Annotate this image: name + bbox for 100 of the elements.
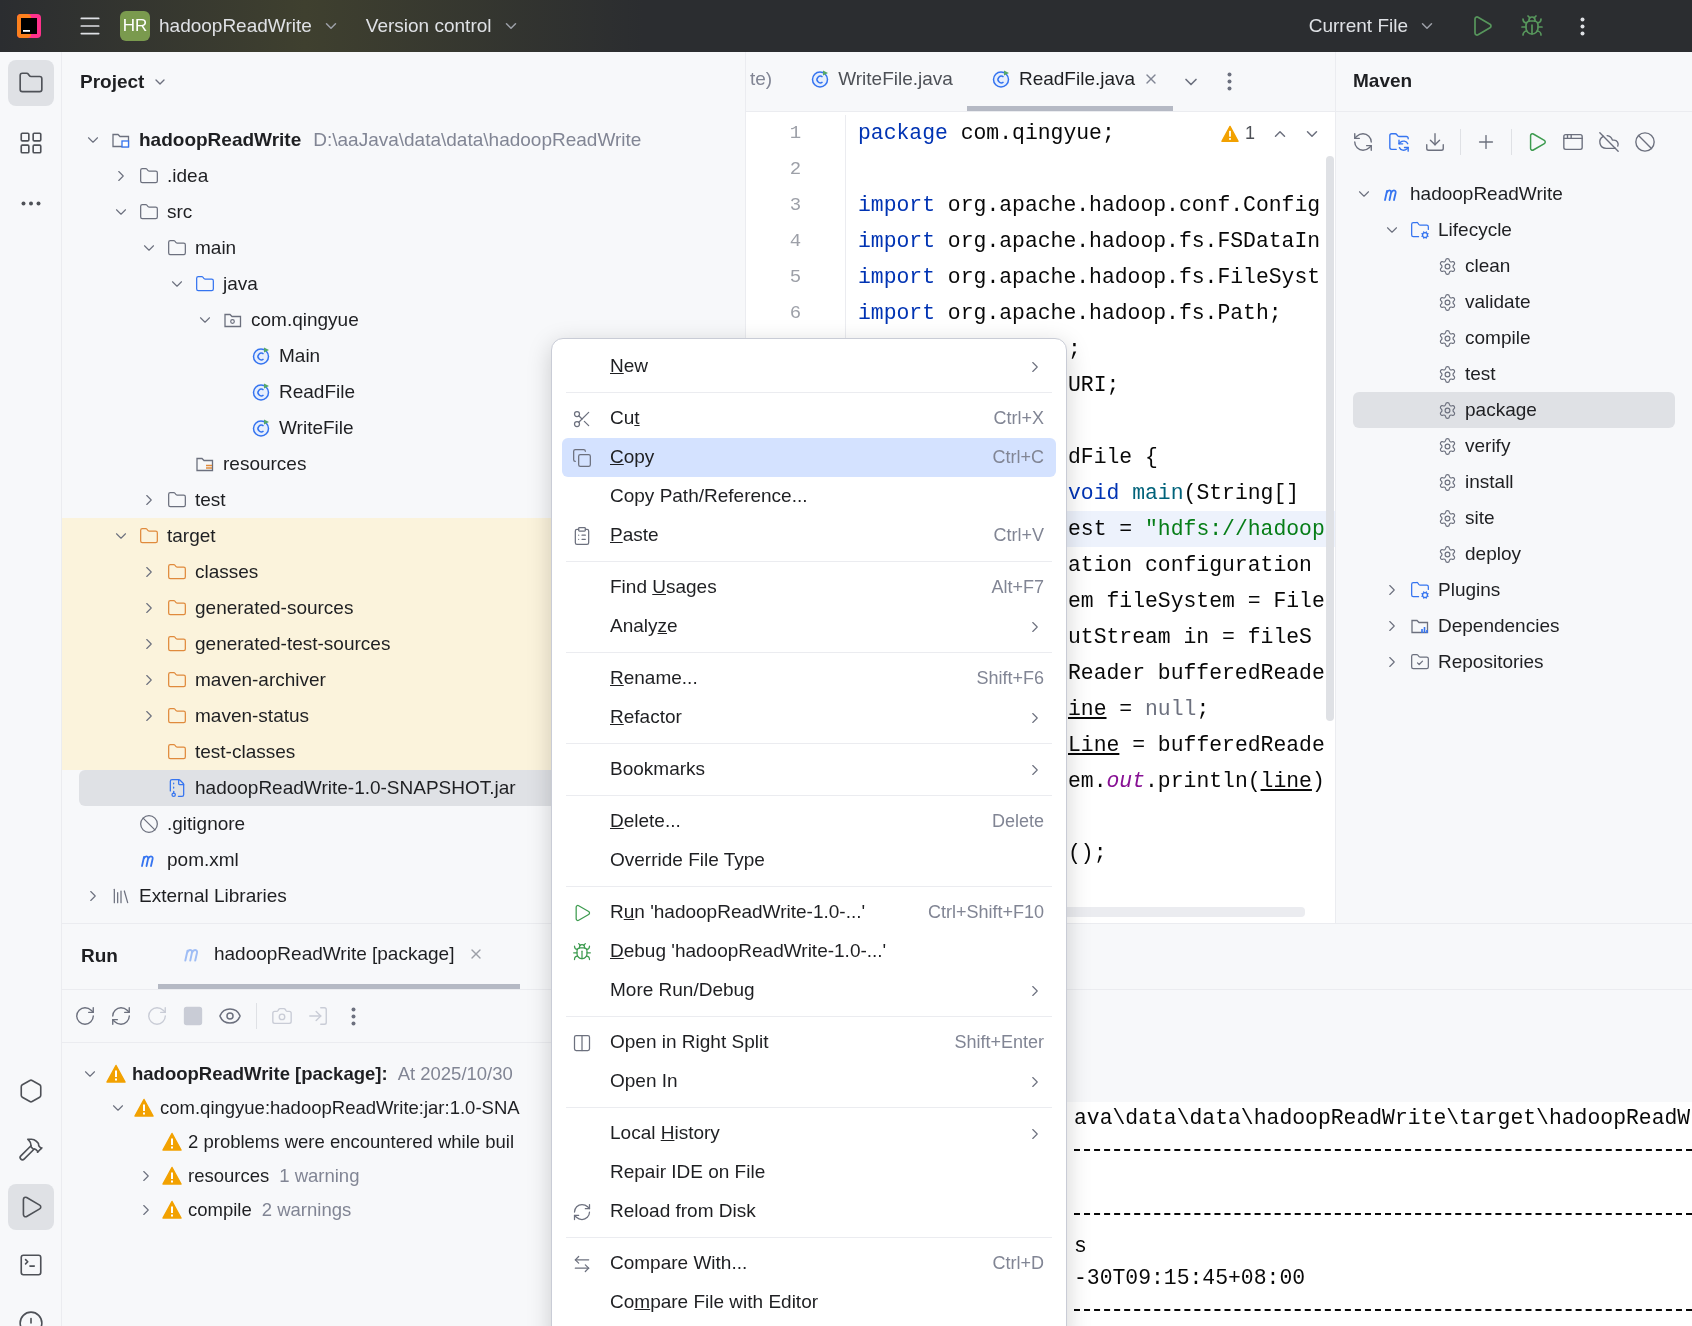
code-line: em.out.println(line) bbox=[1068, 767, 1325, 795]
tree-label: ReadFile bbox=[279, 379, 356, 404]
tree-label: hadoopReadWrite bbox=[1410, 181, 1563, 206]
project-path: D:\aaJava\data\data\hadoopReadWrite bbox=[313, 127, 642, 152]
menu-label: Copy Path/Reference... bbox=[610, 484, 808, 509]
code-line: Line = bufferedReade bbox=[1068, 731, 1325, 759]
console-line: ava\data\data\hadoopReadWrite\target\hadoopReadW bbox=[1074, 1105, 1691, 1132]
tree-label: test-classes bbox=[195, 739, 296, 764]
build-message: resources bbox=[188, 1164, 270, 1189]
line-number: 5 bbox=[789, 264, 802, 290]
shortcut-text: Ctrl+D bbox=[992, 1252, 1044, 1275]
menu-label: Override File Type bbox=[610, 848, 765, 873]
tree-label: hadoopReadWrite bbox=[139, 127, 302, 152]
menu-label: Copy bbox=[610, 445, 655, 470]
code-line: import org.apache.hadoop.fs.FSDataIn bbox=[858, 227, 1321, 255]
shortcut-text: Ctrl+V bbox=[993, 524, 1044, 547]
code-line: (); bbox=[1068, 839, 1107, 867]
code-line: import org.apache.hadoop.fs.Path; bbox=[858, 299, 1282, 327]
menu-label: Delete... bbox=[610, 809, 681, 834]
project-badge: HR bbox=[120, 11, 150, 41]
build-message: 2 problems were encountered while buil bbox=[188, 1130, 514, 1155]
tree-label: clean bbox=[1465, 253, 1511, 278]
tree-label: verify bbox=[1465, 433, 1511, 458]
shortcut-text: Delete bbox=[991, 810, 1044, 833]
code-line: Reader bufferedReade bbox=[1068, 659, 1325, 687]
menu-label: Refactor bbox=[610, 705, 682, 730]
menu-label: New bbox=[610, 354, 649, 379]
line-number: 4 bbox=[789, 228, 802, 254]
build-detail: 1 warning bbox=[279, 1164, 360, 1189]
menu-label: Paste bbox=[610, 523, 659, 548]
code-line: ; bbox=[1068, 335, 1081, 363]
code-line: em fileSystem = File bbox=[1068, 587, 1325, 615]
build-message: compile bbox=[188, 1198, 252, 1223]
code-line: utStream in = fileS bbox=[1068, 623, 1312, 651]
menu-label: Local History bbox=[610, 1121, 720, 1146]
menu-label: Rename... bbox=[610, 666, 698, 691]
tree-label: External Libraries bbox=[139, 883, 287, 908]
build-detail: 2 warnings bbox=[261, 1198, 352, 1223]
tree-label: generated-sources bbox=[195, 595, 354, 620]
tree-label: install bbox=[1465, 469, 1514, 494]
line-number: 1 bbox=[789, 120, 802, 146]
tree-label: validate bbox=[1465, 289, 1531, 314]
tree-label: WriteFile bbox=[279, 415, 354, 440]
tree-label: .idea bbox=[167, 163, 209, 188]
tree-label: Dependencies bbox=[1438, 613, 1560, 638]
shortcut-text: Shift+F6 bbox=[976, 667, 1044, 690]
code-line: dFile { bbox=[1068, 443, 1158, 471]
tree-label: java bbox=[223, 271, 258, 296]
shortcut-text: Ctrl+Shift+F10 bbox=[927, 901, 1044, 924]
code-line: package com.qingyue; bbox=[858, 119, 1115, 147]
shortcut-text: Shift+Enter bbox=[954, 1031, 1044, 1054]
tree-label: classes bbox=[195, 559, 259, 584]
console-line: s bbox=[1074, 1232, 1087, 1260]
tree-label: src bbox=[167, 199, 193, 224]
menu-label: Cut bbox=[610, 406, 640, 431]
tree-label: com.qingyue bbox=[251, 307, 359, 332]
build-message: hadoopReadWrite [package]: bbox=[132, 1062, 388, 1087]
menu-label: Reload from Disk bbox=[610, 1199, 756, 1224]
tree-label: deploy bbox=[1465, 541, 1521, 566]
build-detail: At 2025/10/30 bbox=[397, 1062, 513, 1087]
tree-label: .gitignore bbox=[167, 811, 246, 836]
panel-title: Project bbox=[80, 69, 145, 94]
tree-label: target bbox=[167, 523, 216, 548]
line-number: 2 bbox=[789, 156, 802, 182]
tree-label: test bbox=[1465, 361, 1496, 386]
menu-label: Compare With... bbox=[610, 1251, 748, 1276]
code-line: est = "hdfs://hadoop bbox=[1068, 515, 1325, 543]
menu-label: Open In bbox=[610, 1069, 678, 1094]
code-line: void main(String[] bbox=[1068, 479, 1300, 507]
shortcut-text: Ctrl+C bbox=[992, 446, 1044, 469]
menu-label: More Run/Debug bbox=[610, 978, 755, 1003]
tree-label: pom.xml bbox=[167, 847, 239, 872]
console-line: -30T09:15:45+08:00 bbox=[1074, 1265, 1306, 1292]
tree-label: Plugins bbox=[1438, 577, 1501, 602]
tree-label: compile bbox=[1465, 325, 1531, 350]
tree-label: package bbox=[1465, 397, 1537, 422]
menu-label: Debug 'hadoopReadWrite-1.0-...' bbox=[610, 939, 887, 964]
tree-label: test bbox=[195, 487, 226, 512]
menu-label: Compare File with Editor bbox=[610, 1290, 819, 1315]
menu-label: Repair IDE on File bbox=[610, 1160, 766, 1185]
code-line: ine = null; bbox=[1068, 695, 1210, 723]
build-message: com.qingyue:hadoopReadWrite:jar:1.0-SNA bbox=[160, 1096, 520, 1121]
shortcut-text: Alt+F7 bbox=[991, 576, 1044, 599]
code-line: ation configuration bbox=[1068, 551, 1312, 579]
menu-label: Run 'hadoopReadWrite-1.0-...' bbox=[610, 900, 866, 925]
code-line: import org.apache.hadoop.fs.FileSyst bbox=[858, 263, 1321, 291]
tree-label: Lifecycle bbox=[1438, 217, 1512, 242]
line-number: 3 bbox=[789, 192, 802, 218]
tree-label: hadoopReadWrite-1.0-SNAPSHOT.jar bbox=[195, 775, 516, 800]
tree-label: Main bbox=[279, 343, 321, 368]
tree-label: site bbox=[1465, 505, 1495, 530]
menu-label: Open in Right Split bbox=[610, 1030, 769, 1055]
panel-title: Run bbox=[81, 944, 118, 969]
tree-label: Repositories bbox=[1438, 649, 1544, 674]
tree-label: maven-status bbox=[195, 703, 310, 728]
tree-label: resources bbox=[223, 451, 307, 476]
line-number: 6 bbox=[789, 300, 802, 326]
code-line: URI; bbox=[1068, 371, 1120, 399]
panel-title: Maven bbox=[1353, 69, 1413, 94]
tree-label: main bbox=[195, 235, 237, 260]
